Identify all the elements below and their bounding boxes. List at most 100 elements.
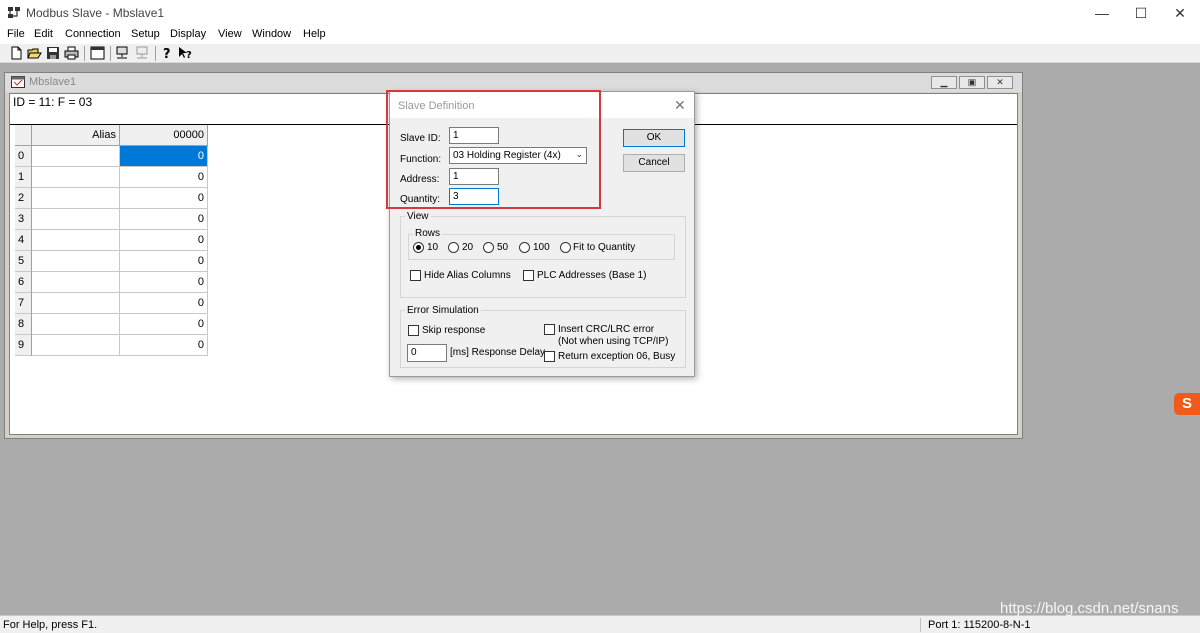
- register-value-cell[interactable]: 0: [120, 230, 208, 251]
- rows-10-radio[interactable]: [413, 242, 424, 253]
- error-simulation-label: Error Simulation: [405, 305, 481, 316]
- close-button[interactable]: ✕: [1160, 0, 1200, 26]
- open-folder-icon[interactable]: [27, 46, 42, 60]
- window-icon[interactable]: [90, 46, 105, 60]
- menu-window[interactable]: Window: [252, 28, 291, 40]
- alias-cell[interactable]: [32, 146, 120, 167]
- register-value-cell[interactable]: 0: [120, 146, 208, 167]
- row-number[interactable]: 5: [15, 251, 32, 272]
- register-value-cell[interactable]: 0: [120, 209, 208, 230]
- row-number[interactable]: 9: [15, 335, 32, 356]
- rows-50-label: 50: [497, 242, 509, 253]
- function-select[interactable]: 03 Holding Register (4x) ⌄: [449, 147, 587, 164]
- hide-alias-label: Hide Alias Columns: [424, 270, 511, 281]
- skip-response-checkbox[interactable]: [408, 325, 419, 336]
- slave-id-input[interactable]: 1: [449, 127, 499, 144]
- row-number[interactable]: 6: [15, 272, 32, 293]
- menu-display[interactable]: Display: [170, 28, 206, 40]
- row-number[interactable]: 0: [15, 146, 32, 167]
- rows-100-radio[interactable]: [519, 242, 530, 253]
- alias-cell[interactable]: [32, 167, 120, 188]
- menu-bar: File Edit Connection Setup Display View …: [0, 26, 1200, 44]
- row-number[interactable]: 8: [15, 314, 32, 335]
- value-column-header[interactable]: 00000: [120, 125, 208, 146]
- alias-cell[interactable]: [32, 230, 120, 251]
- status-port-text: Port 1: 115200-8-N-1: [928, 619, 1031, 631]
- register-value-cell[interactable]: 0: [120, 293, 208, 314]
- return-exception-label: Return exception 06, Busy: [558, 351, 676, 362]
- print-icon[interactable]: [64, 46, 79, 60]
- connect-icon[interactable]: [115, 46, 130, 60]
- new-file-icon[interactable]: [9, 46, 24, 60]
- row-number[interactable]: 2: [15, 188, 32, 209]
- menu-view[interactable]: View: [218, 28, 242, 40]
- slave-id-label: Slave ID:: [400, 133, 441, 144]
- alias-cell[interactable]: [32, 251, 120, 272]
- row-number[interactable]: 4: [15, 230, 32, 251]
- ok-button[interactable]: OK: [623, 129, 685, 147]
- alias-cell[interactable]: [32, 272, 120, 293]
- alias-cell[interactable]: [32, 209, 120, 230]
- child-minimize-button[interactable]: ▁: [931, 76, 957, 89]
- save-icon[interactable]: [46, 46, 61, 60]
- hide-alias-checkbox[interactable]: [410, 270, 421, 281]
- menu-file[interactable]: File: [7, 28, 25, 40]
- menu-connection[interactable]: Connection: [65, 28, 121, 40]
- plc-addresses-checkbox[interactable]: [523, 270, 534, 281]
- svg-text:?: ?: [163, 47, 171, 60]
- dialog-title-bar: Slave Definition ✕: [390, 92, 694, 118]
- rows-50-radio[interactable]: [483, 242, 494, 253]
- register-value-cell[interactable]: 0: [120, 167, 208, 188]
- response-delay-label: [ms] Response Delay: [450, 347, 546, 358]
- rows-20-label: 20: [462, 242, 474, 253]
- insert-crc-note: (Not when using TCP/IP): [558, 336, 669, 347]
- chevron-down-icon: ⌄: [575, 149, 583, 159]
- maximize-button[interactable]: ☐: [1121, 0, 1161, 26]
- alias-cell[interactable]: [32, 335, 120, 356]
- status-divider: [920, 618, 921, 632]
- menu-edit[interactable]: Edit: [34, 28, 53, 40]
- insert-crc-checkbox[interactable]: [544, 324, 555, 335]
- watermark-text: https://blog.csdn.net/snans: [1000, 600, 1179, 617]
- register-value-cell[interactable]: 0: [120, 272, 208, 293]
- context-help-icon[interactable]: ?: [178, 46, 193, 60]
- response-delay-input[interactable]: 0: [407, 344, 447, 362]
- dialog-close-icon[interactable]: ✕: [674, 97, 686, 114]
- cancel-button[interactable]: Cancel: [623, 154, 685, 172]
- register-value-cell[interactable]: 0: [120, 251, 208, 272]
- rows-fit-label: Fit to Quantity: [573, 242, 636, 253]
- alias-column-header[interactable]: Alias: [32, 125, 120, 146]
- address-label: Address:: [400, 174, 440, 185]
- alias-cell[interactable]: [32, 293, 120, 314]
- row-number[interactable]: 1: [15, 167, 32, 188]
- minimize-button[interactable]: —: [1082, 0, 1122, 26]
- disconnect-icon[interactable]: [135, 46, 150, 60]
- toolbar-separator: [155, 46, 156, 61]
- svg-text:?: ?: [186, 50, 192, 60]
- alias-cell[interactable]: [32, 314, 120, 335]
- window-title: Modbus Slave - Mbslave1: [26, 6, 165, 20]
- ime-badge-icon[interactable]: S: [1174, 393, 1200, 415]
- child-window-icon: [11, 76, 25, 88]
- return-exception-checkbox[interactable]: [544, 351, 555, 362]
- register-value-cell[interactable]: 0: [120, 188, 208, 209]
- menu-setup[interactable]: Setup: [131, 28, 160, 40]
- skip-response-label: Skip response: [422, 325, 486, 336]
- child-restore-button[interactable]: ▣: [959, 76, 985, 89]
- address-input[interactable]: 1: [449, 168, 499, 185]
- toolbar: ? ?: [0, 44, 1200, 63]
- row-number[interactable]: 7: [15, 293, 32, 314]
- grid-corner: [15, 125, 32, 146]
- menu-help[interactable]: Help: [303, 28, 326, 40]
- quantity-input[interactable]: 3: [449, 188, 499, 205]
- toolbar-separator: [84, 46, 85, 61]
- child-close-button[interactable]: ✕: [987, 76, 1013, 89]
- register-value-cell[interactable]: 0: [120, 314, 208, 335]
- register-value-cell[interactable]: 0: [120, 335, 208, 356]
- row-number[interactable]: 3: [15, 209, 32, 230]
- help-icon[interactable]: ?: [160, 46, 175, 60]
- slave-definition-dialog: Slave Definition ✕ Slave ID: 1 Function:…: [389, 91, 695, 377]
- rows-fit-radio[interactable]: [560, 242, 571, 253]
- alias-cell[interactable]: [32, 188, 120, 209]
- rows-20-radio[interactable]: [448, 242, 459, 253]
